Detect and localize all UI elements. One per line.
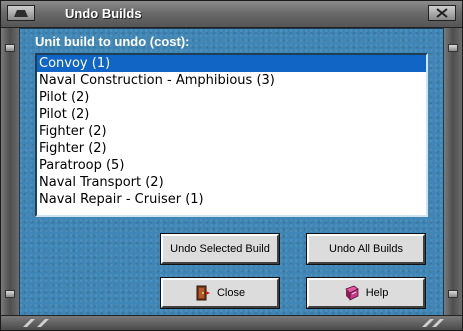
undo-selected-build-button[interactable]: Undo Selected Build <box>160 233 280 265</box>
undo-all-builds-label: Undo All Builds <box>329 243 403 255</box>
frame-knob <box>5 290 15 298</box>
left-frame <box>1 28 19 318</box>
list-item[interactable]: Fighter (2) <box>37 123 426 140</box>
frame-knob <box>5 44 15 52</box>
window-menu-button[interactable] <box>7 5 35 21</box>
frame-knob <box>448 290 458 298</box>
window-title: Undo Builds <box>65 6 142 21</box>
help-book-icon <box>344 285 359 301</box>
window-close-button[interactable] <box>428 5 456 21</box>
window-close-x-icon <box>436 8 448 18</box>
window-menu-icon <box>14 10 28 17</box>
close-door-icon <box>196 285 210 301</box>
frame-knob <box>448 44 458 52</box>
resize-grip-icon <box>23 319 49 327</box>
bottom-bar <box>1 315 462 330</box>
help-button[interactable]: Help <box>306 277 426 309</box>
undo-all-builds-button[interactable]: Undo All Builds <box>306 233 426 265</box>
unit-build-listbox[interactable]: Convoy (1) Naval Construction - Amphibio… <box>35 53 428 217</box>
list-item[interactable]: Naval Repair - Cruiser (1) <box>37 191 426 208</box>
list-item[interactable]: Naval Transport (2) <box>37 174 426 191</box>
content-panel: Unit build to undo (cost): Convoy (1) Na… <box>19 28 444 318</box>
undo-selected-build-label: Undo Selected Build <box>170 243 270 255</box>
list-item[interactable]: Naval Construction - Amphibious (3) <box>37 72 426 89</box>
help-label: Help <box>365 287 389 299</box>
right-frame <box>444 28 462 318</box>
list-item[interactable]: Fighter (2) <box>37 140 426 157</box>
list-item[interactable]: Pilot (2) <box>37 89 426 106</box>
list-item[interactable]: Pilot (2) <box>37 106 426 123</box>
list-item[interactable]: Convoy (1) <box>37 55 426 72</box>
resize-grip-icon[interactable] <box>418 317 448 329</box>
close-button[interactable]: Close <box>160 277 280 309</box>
list-prompt: Unit build to undo (cost): <box>35 34 190 49</box>
close-label: Close <box>216 287 246 299</box>
undo-builds-window: Undo Builds Unit build to undo (cost): C… <box>0 0 463 331</box>
list-item[interactable]: Paratroop (5) <box>37 157 426 174</box>
title-bar[interactable]: Undo Builds <box>1 1 462 28</box>
